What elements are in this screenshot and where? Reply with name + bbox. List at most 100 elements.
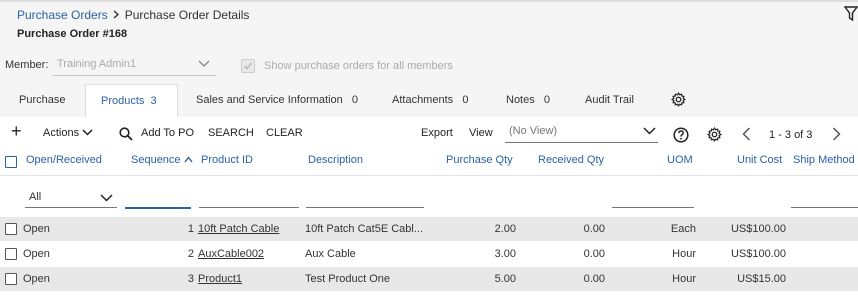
view-label: View <box>469 127 493 139</box>
col-received-qty[interactable]: Received Qty <box>538 154 604 166</box>
col-purchase-qty[interactable]: Purchase Qty <box>446 154 513 166</box>
view-select[interactable]: (No View) <box>505 122 658 143</box>
cell-received-qty: 0.00 <box>583 273 605 285</box>
actions-menu[interactable]: Actions <box>43 127 93 139</box>
col-sequence-label: Sequence <box>131 154 181 166</box>
chevron-left-icon[interactable] <box>742 127 751 144</box>
cell-purchase-qty: 2.00 <box>494 223 516 235</box>
grid-settings-gear-icon[interactable] <box>707 127 722 145</box>
search-icon[interactable] <box>119 127 133 144</box>
export-button[interactable]: Export <box>421 127 453 139</box>
product-id-filter-input[interactable] <box>199 207 299 208</box>
view-select-value: (No View) <box>509 125 558 137</box>
tab-label: Notes <box>506 94 535 106</box>
add-button[interactable]: + <box>11 122 22 140</box>
cell-uom: Each <box>670 223 696 235</box>
sort-ascending-icon <box>184 154 193 166</box>
header-divider <box>0 175 858 176</box>
chevron-right-icon <box>113 8 120 22</box>
col-description[interactable]: Description <box>308 154 363 166</box>
cell-uom: Hour <box>672 248 696 260</box>
tab-label: Products <box>101 95 145 107</box>
col-open-received[interactable]: Open/Received <box>26 154 102 166</box>
cell-status: Open <box>23 273 50 285</box>
description-filter-input[interactable] <box>306 207 424 208</box>
table-row[interactable]: Open 1 10ft Patch Cable 10ft Patch Cat5E… <box>0 217 858 241</box>
help-icon[interactable] <box>673 127 689 146</box>
top-border <box>0 0 858 2</box>
tab-audit-trail[interactable]: Audit Trail <box>585 84 634 117</box>
col-sequence[interactable]: Sequence <box>131 154 193 166</box>
cell-unit-cost: US$15.00 <box>737 273 786 285</box>
clear-button[interactable]: CLEAR <box>266 127 303 139</box>
col-product-id[interactable]: Product ID <box>201 154 253 166</box>
add-to-po-button[interactable]: Add To PO <box>141 127 194 139</box>
tab-label: Audit Trail <box>585 94 634 106</box>
tab-count: 0 <box>543 94 551 106</box>
tab-label: Sales and Service Information <box>196 94 343 106</box>
chevron-right-icon[interactable] <box>832 127 841 144</box>
tab-attachments[interactable]: Attachments 0 <box>392 84 468 117</box>
col-unit-cost[interactable]: Unit Cost <box>737 154 782 166</box>
select-all-checkbox[interactable] <box>5 156 17 168</box>
col-ship-method[interactable]: Ship Method <box>793 154 855 166</box>
tab-count: 0 <box>351 94 359 106</box>
pager-text: 1 - 3 of 3 <box>769 129 813 141</box>
cell-received-qty: 0.00 <box>583 248 605 260</box>
table-row[interactable]: Open 3 Product1 Test Product One 5.00 0.… <box>0 267 858 291</box>
chevron-down-icon <box>198 59 210 71</box>
cell-purchase-qty: 5.00 <box>494 273 516 285</box>
tab-label: Attachments <box>392 94 454 106</box>
breadcrumb-current: Purchase Order Details <box>124 8 250 22</box>
member-label: Member: <box>5 59 49 71</box>
tab-bar: Purchase Products 3 Sales and Service In… <box>0 84 858 119</box>
cell-product-id-link[interactable]: 10ft Patch Cable <box>198 223 279 235</box>
filter-icon[interactable] <box>843 6 858 22</box>
cell-received-qty: 0.00 <box>583 223 605 235</box>
tab-settings-gear-icon[interactable] <box>671 92 686 108</box>
uom-filter-input[interactable] <box>612 207 694 208</box>
member-select[interactable]: Training Admin1 <box>52 54 216 76</box>
show-all-members-label: Show purchase orders for all members <box>264 60 453 72</box>
actions-label: Actions <box>43 127 80 139</box>
cell-status: Open <box>23 223 50 235</box>
search-button[interactable]: SEARCH <box>208 127 254 139</box>
chevron-down-icon <box>643 126 656 138</box>
cell-product-id-link[interactable]: Product1 <box>198 273 242 285</box>
cell-description: Aux Cable <box>305 248 356 260</box>
products-panel: + Actions Add To PO SEARCH CLEAR Export … <box>0 117 858 305</box>
cell-unit-cost: US$100.00 <box>730 248 786 260</box>
page-title: Purchase Order #168 <box>17 28 128 40</box>
tab-count: 0 <box>462 94 469 106</box>
cell-sequence: 2 <box>187 248 194 260</box>
tab-sales-service[interactable]: Sales and Service Information 0 <box>196 84 358 117</box>
ship-method-filter-input[interactable] <box>791 207 858 208</box>
status-filter-value: All <box>29 191 42 203</box>
breadcrumb-purchase-orders[interactable]: Purchase Orders <box>17 8 108 22</box>
cell-product-id-link[interactable]: AuxCable002 <box>198 248 264 260</box>
cell-description: 10ft Patch Cat5E Cabl... <box>305 223 424 235</box>
tab-products[interactable]: Products 3 <box>85 84 178 119</box>
status-filter-select[interactable]: All <box>25 186 117 208</box>
table-row[interactable]: Open 2 AuxCable002 Aux Cable 3.00 0.00 H… <box>0 242 858 266</box>
chevron-down-icon <box>82 127 93 139</box>
row-checkbox[interactable] <box>5 248 17 260</box>
cell-status: Open <box>23 248 50 260</box>
cell-uom: Hour <box>672 273 696 285</box>
chevron-down-icon <box>100 193 113 205</box>
member-select-value: Training Admin1 <box>57 58 137 70</box>
row-checkbox[interactable] <box>5 273 17 285</box>
sequence-filter-input[interactable] <box>125 207 191 209</box>
show-all-members-checkbox[interactable] <box>241 59 255 73</box>
col-uom[interactable]: UOM <box>667 154 693 166</box>
tab-count: 3 <box>150 95 157 107</box>
cell-sequence: 1 <box>187 223 194 235</box>
tab-label: Purchase <box>19 94 66 106</box>
cell-sequence: 3 <box>187 273 194 285</box>
breadcrumb: Purchase Orders Purchase Order Details <box>17 8 249 22</box>
tab-purchase[interactable]: Purchase <box>19 84 65 117</box>
tab-notes[interactable]: Notes 0 <box>506 84 550 117</box>
cell-purchase-qty: 3.00 <box>494 248 516 260</box>
cell-unit-cost: US$100.00 <box>730 223 786 235</box>
row-checkbox[interactable] <box>5 223 17 235</box>
